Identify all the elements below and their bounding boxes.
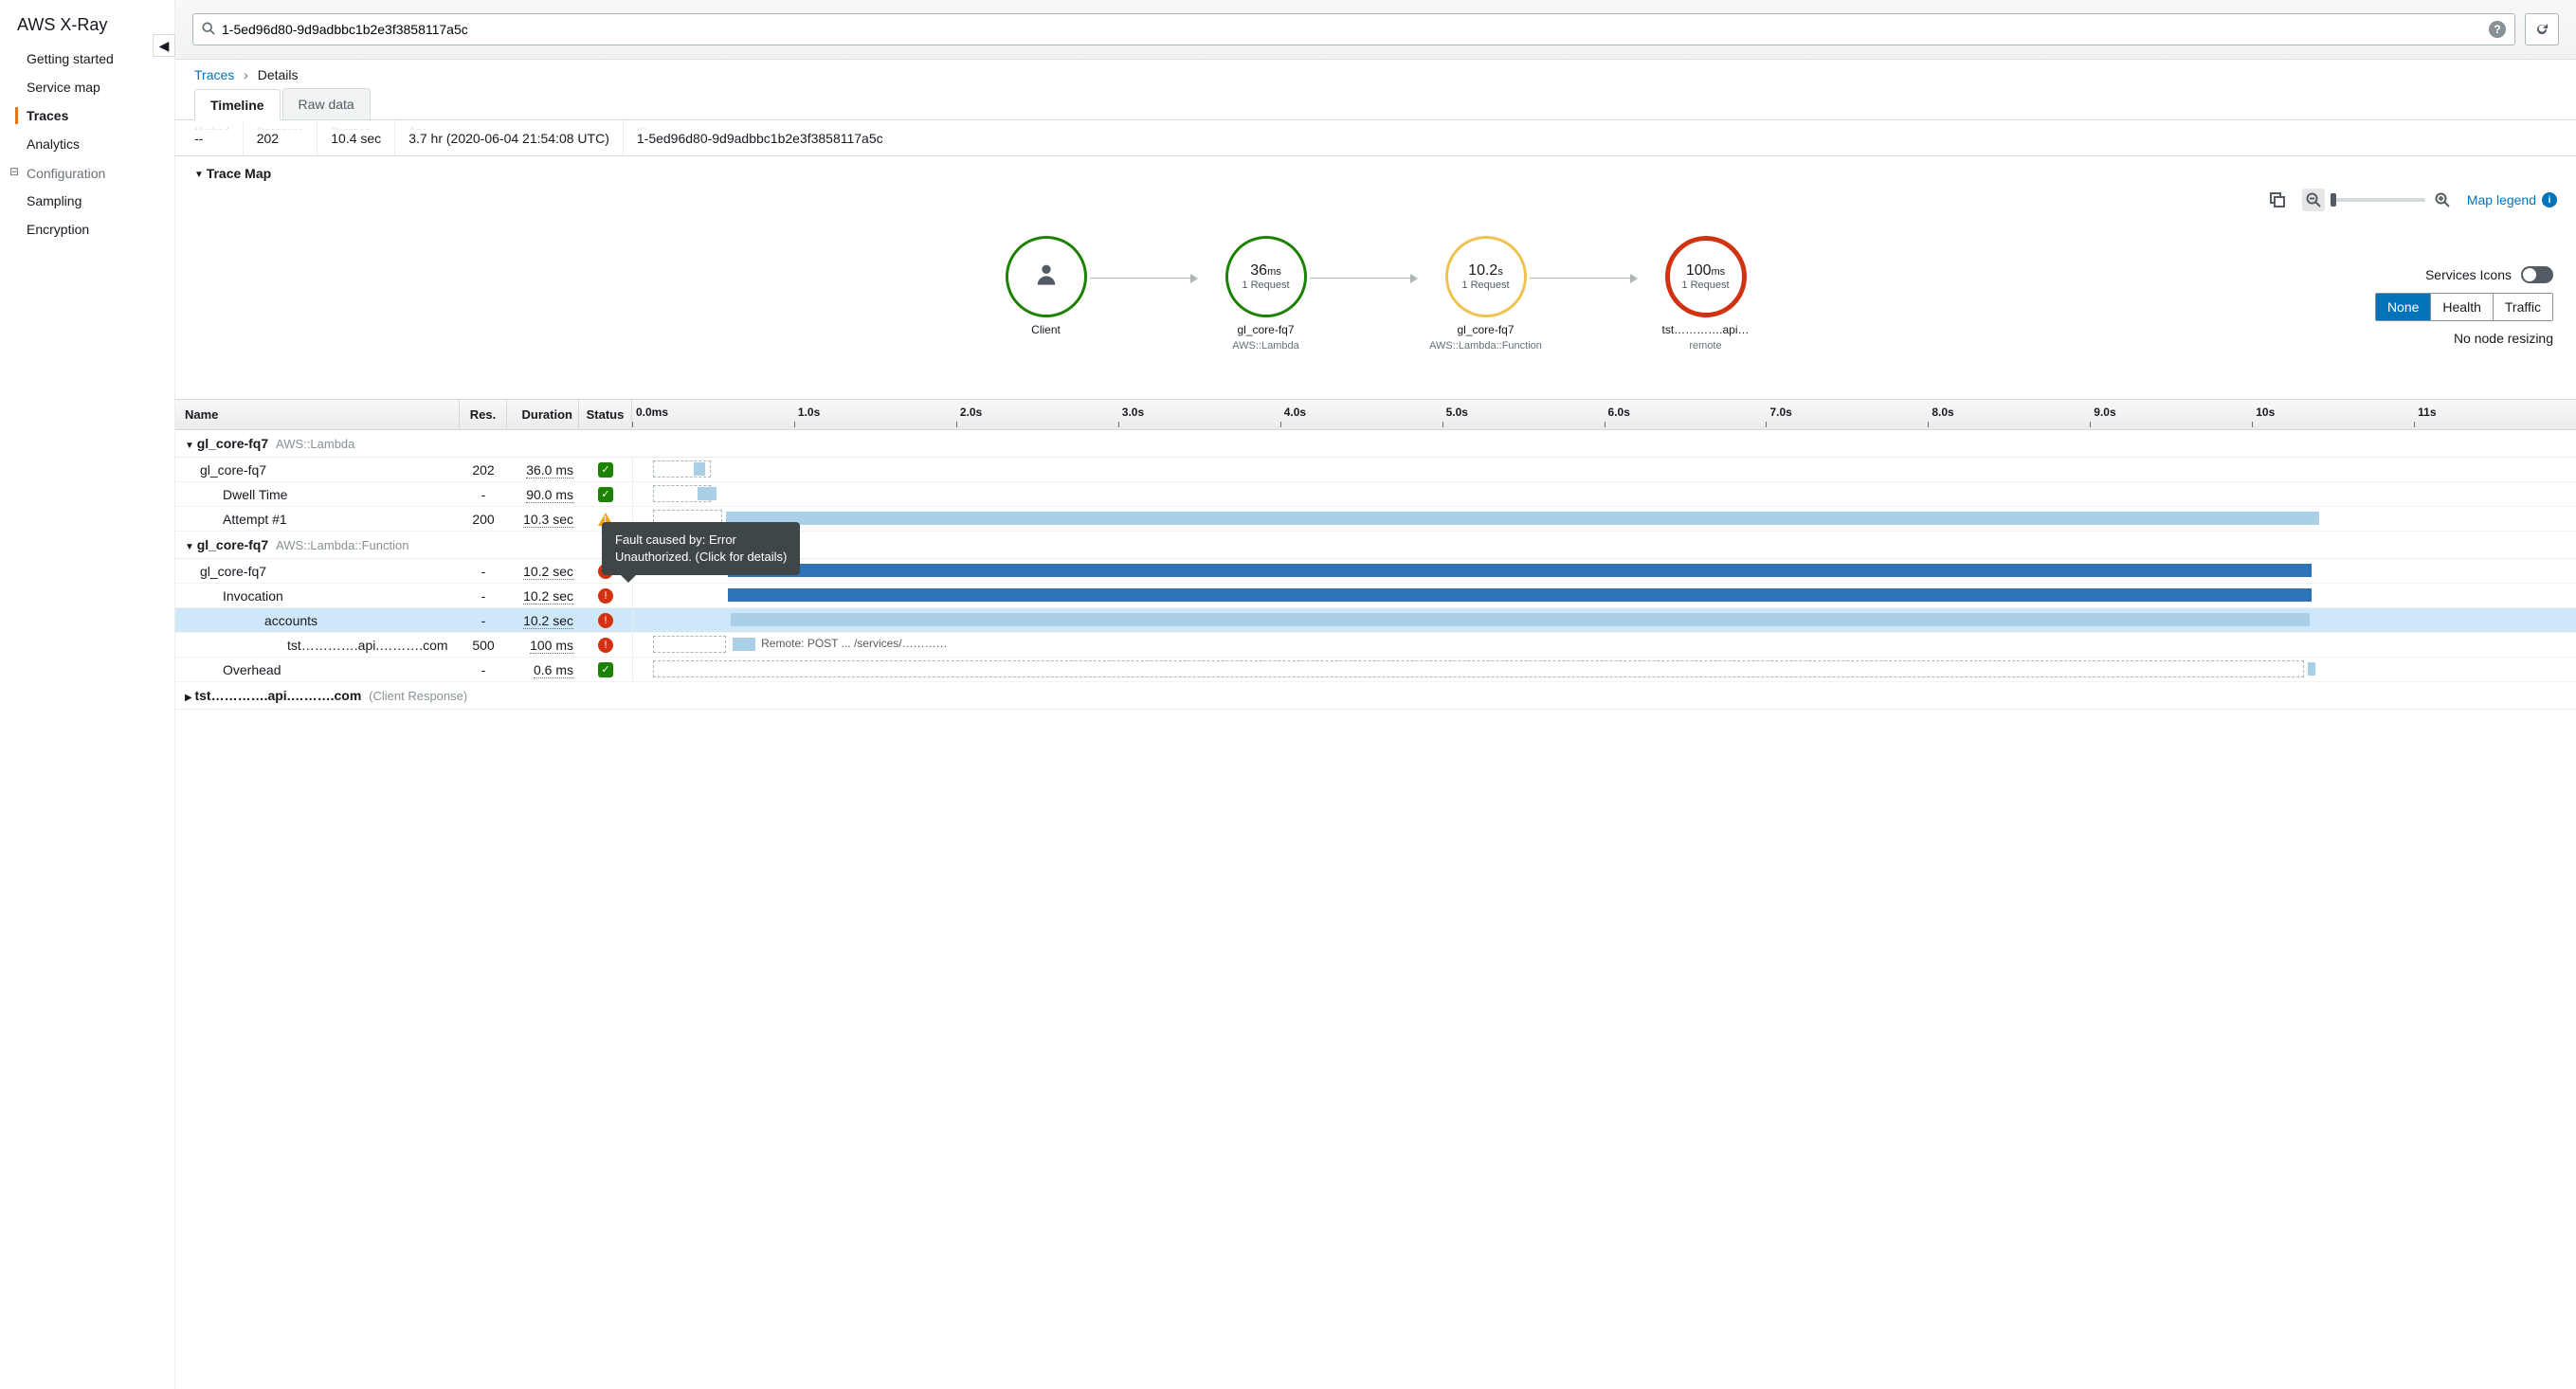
app-title: AWS X-Ray [0,8,174,45]
zoom-out-icon[interactable] [2302,189,2325,211]
breadcrumb-sep: › [244,67,248,82]
tabs: Timeline Raw data [175,88,2576,120]
sidebar-item-sampling[interactable]: Sampling [0,187,174,215]
col-dur[interactable]: Duration [507,400,579,429]
table-row[interactable]: gl_core-fq7 202 36.0 ms ✓ [175,458,2576,482]
refresh-button[interactable] [2525,13,2559,45]
zoom-slider[interactable] [2331,198,2425,202]
breadcrumb-current: Details [258,67,299,82]
node-client[interactable]: Client [936,236,1156,336]
tab-raw-data[interactable]: Raw data [282,88,371,119]
group-lambda-function[interactable]: gl_core-fq7 AWS::Lambda::Function [175,532,2576,559]
table-row[interactable]: gl_core-fq7 - 10.2 sec ! [175,559,2576,584]
breadcrumb-traces-link[interactable]: Traces [194,67,234,82]
col-name[interactable]: Name [175,400,460,429]
status-error-icon: ! [598,588,613,604]
table-row[interactable]: Invocation - 10.2 sec ! [175,584,2576,608]
search-icon [202,22,215,38]
group-lambda[interactable]: gl_core-fq7 AWS::Lambda [175,430,2576,458]
table-row[interactable]: Attempt #1 200 10.3 sec [175,507,2576,532]
layers-icon[interactable] [2266,189,2289,211]
summary-id: 1-5ed96d80-9d9adbbc1b2e3f3858117a5c [637,131,2544,146]
table-row[interactable]: Dwell Time - 90.0 ms ✓ [175,482,2576,507]
col-status[interactable]: Status [579,400,632,429]
services-icons-toggle[interactable] [2521,266,2553,283]
fault-tooltip[interactable]: Fault caused by: Error Unauthorized. (Cl… [602,522,800,575]
main: ? Traces › Details Timeline Raw data Met… [175,0,2576,1389]
timeline-header: Name Res. Duration Status 0.0ms 1.0s 2.0… [175,399,2576,430]
status-error-icon: ! [598,638,613,653]
tab-timeline[interactable]: Timeline [194,89,281,120]
sidebar-item-traces[interactable]: Traces [0,101,174,130]
map-controls: Map legend i [194,187,2557,226]
topbar: ? [175,0,2576,60]
trace-map-title[interactable]: Trace Map [194,166,2557,181]
trace-summary: Method-- Response202 Duration10.4 sec Ag… [175,120,2576,156]
refresh-icon [2534,22,2549,37]
search-help-icon[interactable]: ? [2489,21,2506,38]
sidebar: ◀ AWS X-Ray Getting started Service map … [0,0,175,1389]
trace-search-input[interactable] [192,13,2515,45]
summary-age: 3.7 hr (2020-06-04 21:54:08 UTC) [408,131,609,146]
timeline-table: Name Res. Duration Status 0.0ms 1.0s 2.0… [175,399,2576,710]
table-row[interactable]: Overhead - 0.6 ms ✓ [175,658,2576,682]
node-lambda[interactable]: 36ms 1 Request gl_core-fq7 AWS::Lambda [1156,236,1376,352]
group-remote[interactable]: tst………….api.……….com (Client Response) [175,682,2576,710]
zoom-in-icon[interactable] [2431,189,2454,211]
table-row[interactable]: tst………….api.……….com 500 100 ms ! Remote:… [175,633,2576,658]
summary-method: -- [194,131,229,146]
node-lambda-function[interactable]: 10.2s 1 Request gl_core-fq7 AWS::Lambda:… [1376,236,1596,352]
sidebar-item-analytics[interactable]: Analytics [0,130,174,158]
map-legend-link[interactable]: Map legend i [2467,192,2557,207]
status-error-icon: ! [598,613,613,628]
status-ok-icon: ✓ [598,487,613,502]
sidebar-section-configuration[interactable]: Configuration [0,158,174,187]
summary-duration: 10.4 sec [331,131,381,146]
status-ok-icon: ✓ [598,462,613,478]
col-res[interactable]: Res. [460,400,507,429]
table-row[interactable]: accounts - 10.2 sec ! [175,608,2576,633]
info-icon: i [2542,192,2557,207]
status-ok-icon: ✓ [598,662,613,677]
summary-response: 202 [257,131,304,146]
time-axis: 0.0ms 1.0s 2.0s 3.0s 4.0s 5.0s 6.0s 7.0s… [632,400,2576,429]
breadcrumb: Traces › Details [175,60,2576,88]
trace-map-nodes: Client 36ms 1 Request gl_core-fq7 AWS::L… [194,226,2557,380]
node-remote[interactable]: 100ms 1 Request tst………….api… remote [1596,236,1816,352]
user-icon [1033,261,1060,294]
trace-map-section: Trace Map Map legend i [175,156,2576,389]
sidebar-item-getting-started[interactable]: Getting started [0,45,174,73]
sidebar-item-encryption[interactable]: Encryption [0,215,174,244]
sidebar-item-service-map[interactable]: Service map [0,73,174,101]
